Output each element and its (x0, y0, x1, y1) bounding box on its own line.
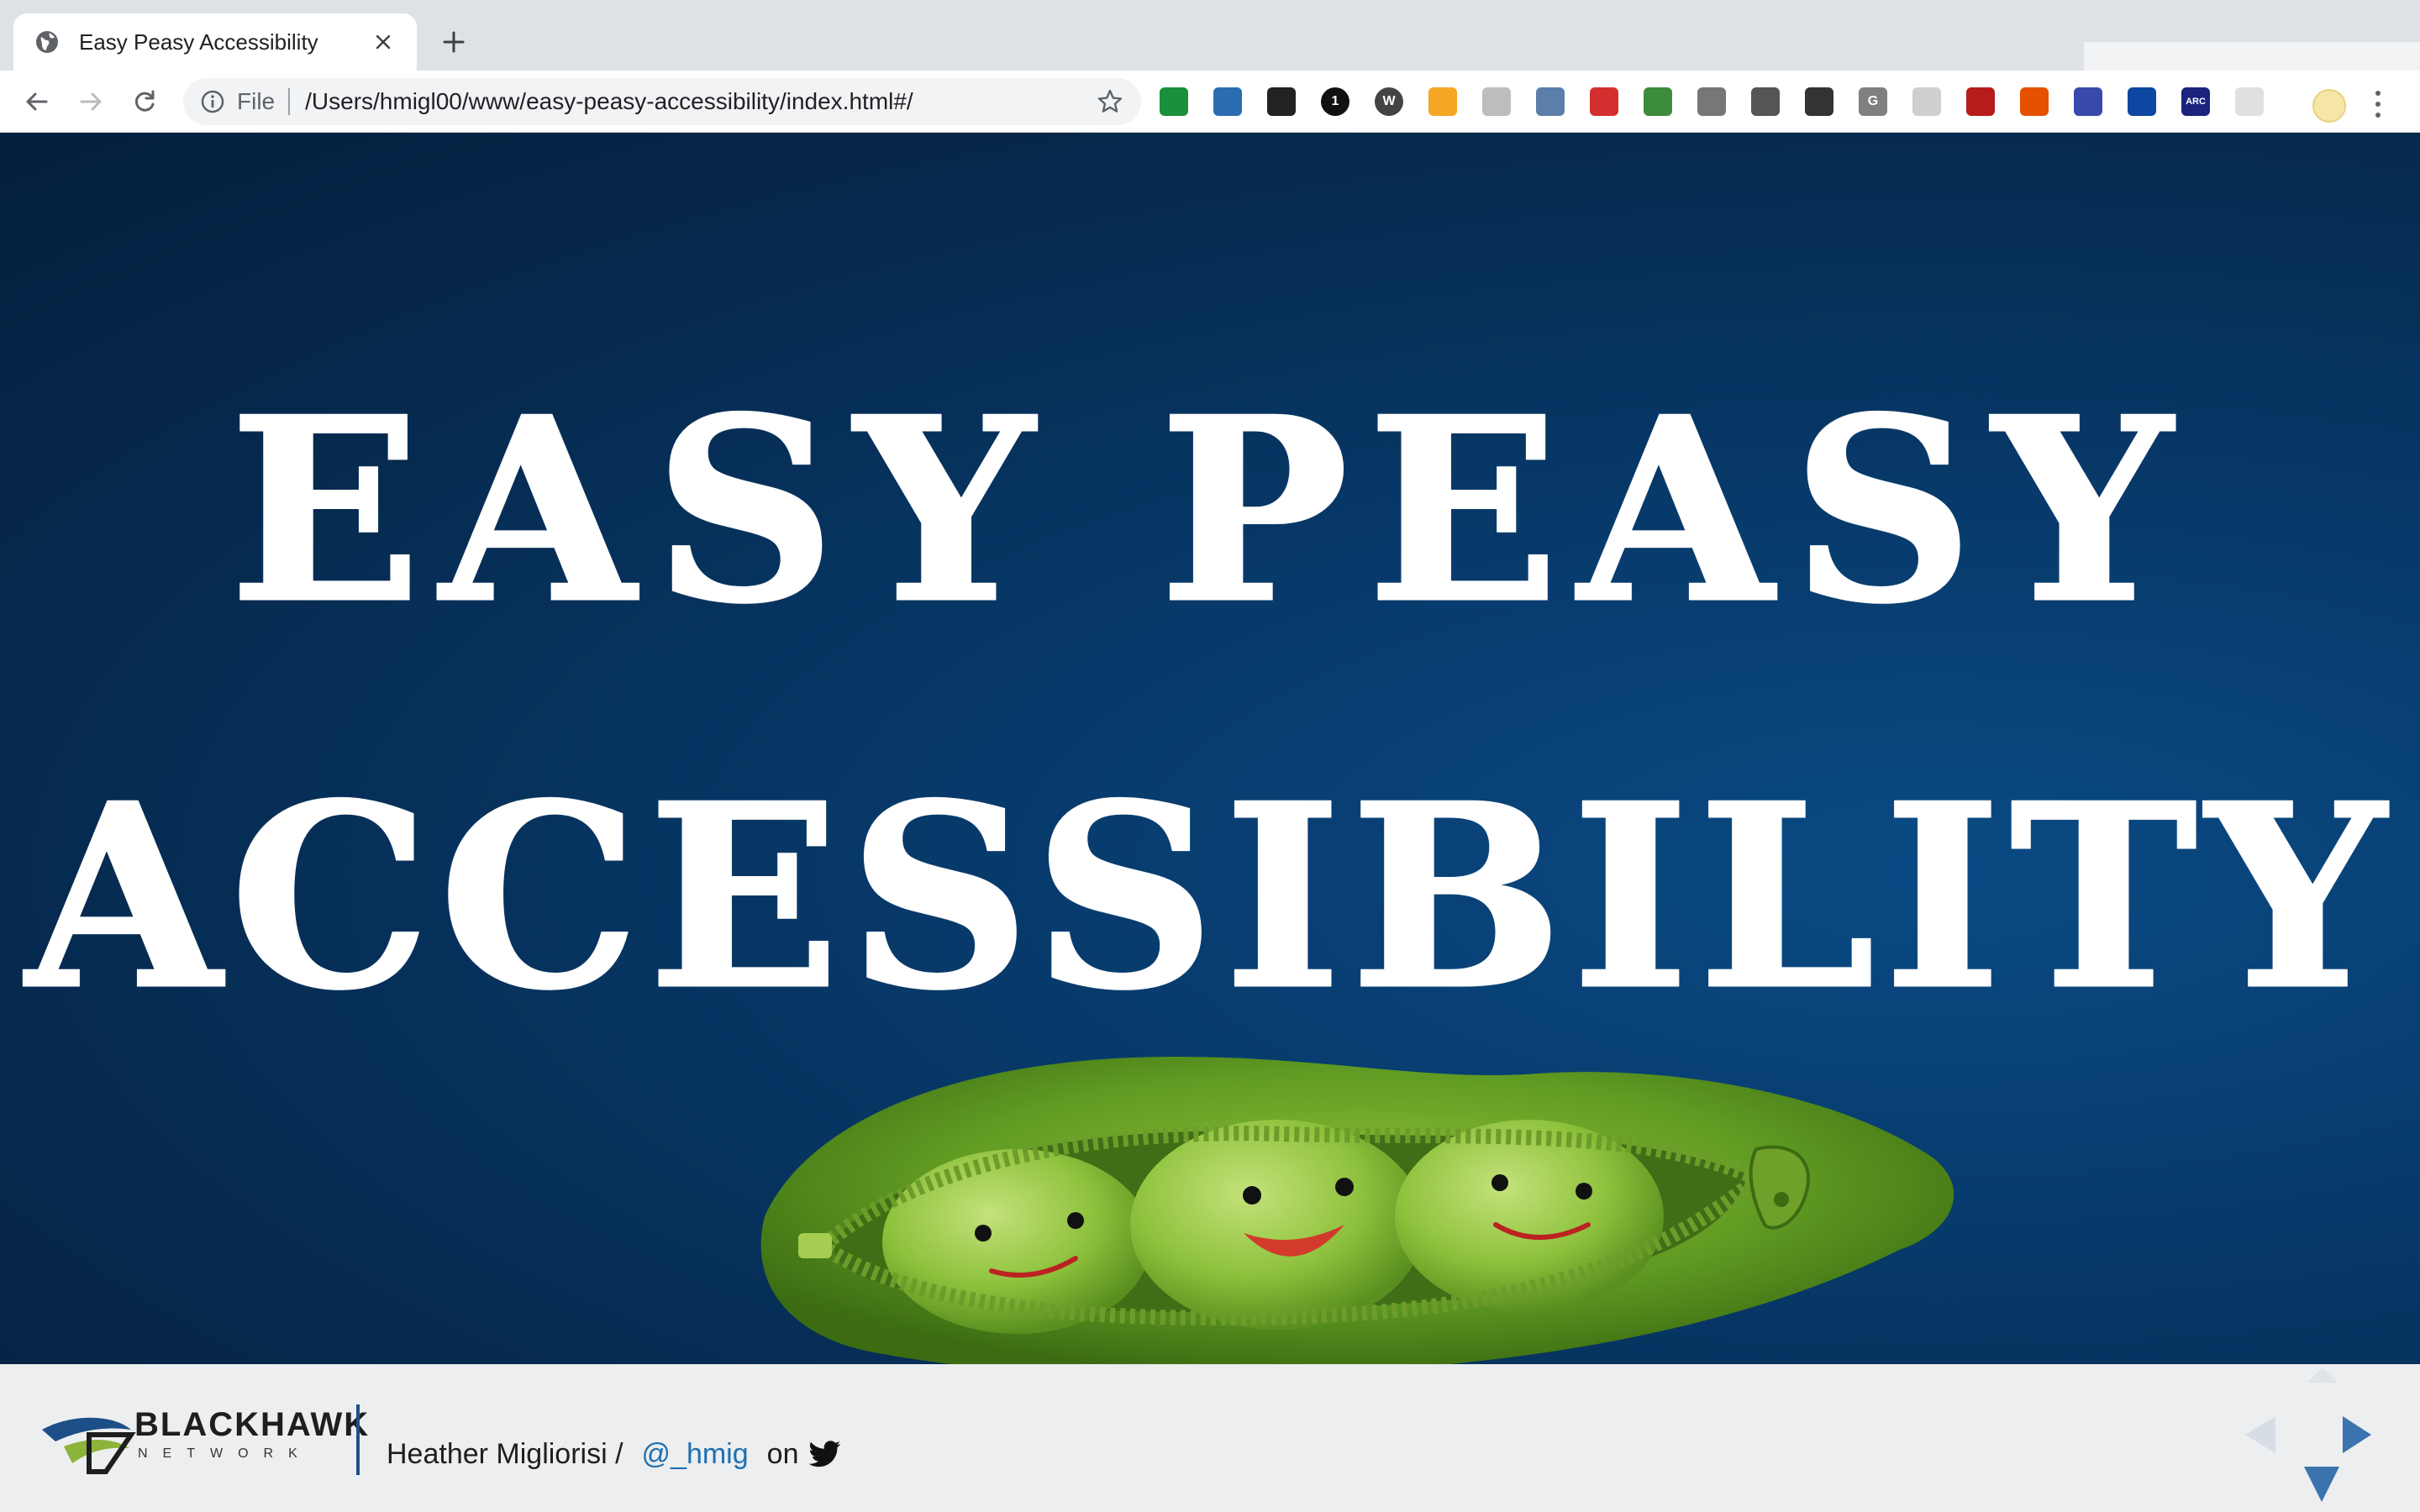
author-credit: Heather Migliorisi / @_hmig on (387, 1438, 842, 1471)
onepassword-icon[interactable]: 1 (1321, 87, 1349, 116)
screenshot-icon[interactable] (1267, 87, 1296, 116)
menu-dot (2375, 90, 2381, 96)
ublock-icon[interactable] (1966, 87, 1995, 116)
plus-icon (443, 31, 465, 53)
footer-divider (356, 1404, 360, 1475)
pea-pod-illustration (760, 1057, 1954, 1364)
url-text[interactable]: /Users/hmigl00/www/easy-peasy-accessibil… (305, 88, 1096, 115)
presentation-slide: EASY PEASY ACCESSIBILITY (0, 133, 2420, 1364)
slide-title-line-1: EASY PEASY (228, 362, 2191, 659)
bookmark-star-icon[interactable] (1096, 87, 1124, 116)
extensions-bar: 1 W G ARC (1160, 82, 2289, 121)
new-tab-button[interactable] (437, 25, 471, 59)
color-wheel-icon[interactable] (2020, 87, 2049, 116)
slide-footer: BLACKHAWK NETWORK Heather Migliorisi / @… (0, 1364, 2420, 1512)
extension-label: ARC (2186, 97, 2206, 107)
nav-down-arrow-icon[interactable] (2304, 1467, 2339, 1502)
slide-navigation-controls (2245, 1368, 2371, 1502)
extension-label: 1 (1331, 94, 1339, 108)
browser-toolbar: File /Users/hmigl00/www/easy-peasy-acces… (0, 71, 2420, 133)
url-scheme-label: File (237, 88, 276, 114)
nav-up-arrow-icon[interactable] (2307, 1368, 2338, 1383)
forward-button[interactable] (74, 85, 108, 118)
reload-icon (134, 90, 155, 112)
game-icon[interactable] (1697, 87, 1726, 116)
globe-icon (36, 31, 58, 53)
twitter-handle-link[interactable]: @_hmig (642, 1438, 749, 1471)
menu-dot (2375, 101, 2381, 107)
tab-strip-spacer (2084, 42, 2420, 71)
brand-subtitle: NETWORK (138, 1446, 313, 1461)
eyedropper-icon[interactable] (1536, 87, 1565, 116)
code-icon[interactable] (1482, 87, 1511, 116)
arc-icon[interactable]: ARC (2181, 87, 2210, 116)
document-icon[interactable] (1912, 87, 1941, 116)
menu-dot (2375, 113, 2381, 118)
info-icon[interactable] (200, 89, 225, 114)
magnifier-heart-icon[interactable] (2128, 87, 2156, 116)
nav-left-arrow-icon[interactable] (2245, 1416, 2275, 1453)
blackhawk-logo-icon (42, 1417, 136, 1474)
brand-name: BLACKHAWK (134, 1406, 371, 1443)
extension-label: W (1382, 94, 1396, 108)
circle-icon[interactable] (1751, 87, 1780, 116)
wappalyzer-icon[interactable]: W (1375, 87, 1403, 116)
reload-button[interactable] (128, 85, 161, 118)
arrow-right-icon (80, 92, 102, 111)
sun-icon[interactable] (1428, 87, 1457, 116)
flag-icon[interactable] (2074, 87, 2102, 116)
browser-tab[interactable]: Easy Peasy Accessibility (13, 13, 417, 71)
colorzilla-icon[interactable] (1160, 87, 1188, 116)
profile-avatar[interactable] (2312, 89, 2346, 123)
puzzle-icon[interactable] (2235, 87, 2264, 116)
extension-label: G (1867, 94, 1879, 108)
wave-icon[interactable] (1213, 87, 1242, 116)
close-tab-button[interactable] (370, 29, 397, 55)
tab-strip: Easy Peasy Accessibility (0, 0, 2420, 71)
hand-icon[interactable] (1805, 87, 1833, 116)
twitter-icon (808, 1440, 841, 1467)
alt-text-icon[interactable] (1644, 87, 1672, 116)
browser-menu-button[interactable] (2370, 87, 2386, 121)
tab-title: Easy Peasy Accessibility (79, 29, 318, 55)
close-icon (376, 34, 391, 50)
back-button[interactable] (20, 85, 54, 118)
url-separator (288, 88, 291, 115)
on-text: on (766, 1438, 799, 1470)
author-name: Heather Migliorisi / (387, 1438, 623, 1470)
address-bar[interactable]: File /Users/hmigl00/www/easy-peasy-acces… (183, 78, 1141, 125)
angular-icon[interactable] (1590, 87, 1618, 116)
nav-right-arrow-icon[interactable] (2343, 1416, 2371, 1453)
arrow-left-icon (26, 92, 48, 111)
grammarly-icon[interactable]: G (1859, 87, 1887, 116)
slide-title-line-2: ACCESSIBILITY (24, 748, 2395, 1045)
